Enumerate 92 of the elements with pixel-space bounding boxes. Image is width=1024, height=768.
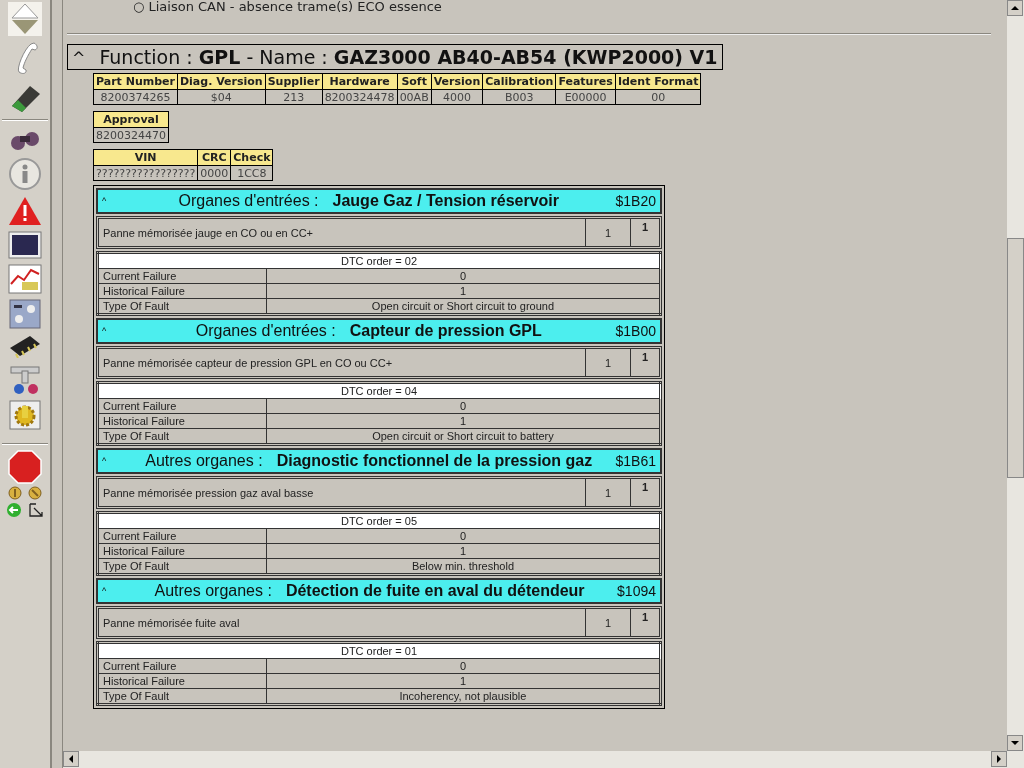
column-header: Approval [93, 111, 169, 128]
section-name: Capteur de pression GPL [349, 322, 542, 340]
fault-count: 1 [586, 349, 631, 376]
fault-text: Panne mémorisée jauge en CO ou en CC+ [99, 219, 586, 246]
horizontal-scrollbar[interactable] [63, 751, 1024, 768]
dtc-order-title: DTC order = 02 [97, 252, 661, 269]
collapse-caret[interactable]: ^ [102, 196, 122, 206]
column-header: VIN [93, 149, 198, 166]
table-cell: 0000 [197, 165, 231, 181]
section-category: Autres organes : [145, 452, 263, 470]
resize-icon[interactable] [28, 502, 44, 518]
dtc-order-title: DTC order = 01 [97, 642, 661, 659]
fault-status: 1 [640, 610, 650, 625]
column-header: Soft [397, 73, 432, 90]
table-cell: 00 [615, 89, 701, 105]
column-header: Version [431, 73, 483, 90]
chart-icon[interactable] [8, 264, 42, 294]
section-category: Organes d'entrées : [178, 192, 319, 210]
fault-status: 1 [640, 480, 650, 495]
column-header: Hardware [322, 73, 398, 90]
fault-status: 1 [640, 220, 650, 235]
table-cell: Current Failure [97, 528, 267, 544]
column-header: Supplier [265, 73, 323, 90]
column-header: Check [230, 149, 273, 166]
table-cell: B003 [482, 89, 556, 105]
table-cell: Current Failure [97, 398, 267, 414]
section-code: $1B61 [615, 453, 656, 469]
section-name: Détection de fuite en aval du détendeur [285, 582, 585, 600]
scroll-left-button[interactable] [63, 751, 79, 767]
section-code: $1B20 [615, 193, 656, 209]
diagonal-arrow-circle-icon[interactable] [28, 486, 42, 500]
collapse-caret[interactable]: ^ [72, 47, 86, 67]
fault-text: Panne mémorisée capteur de pression GPL en CO ou CC+ [99, 349, 586, 376]
monitor-icon[interactable] [8, 231, 42, 259]
table-cell: 4000 [431, 89, 483, 105]
fault-count: 1 [586, 479, 631, 506]
collapse-caret[interactable]: ^ [102, 456, 122, 466]
table-cell: Historical Failure [97, 413, 267, 429]
microchip-icon[interactable] [8, 334, 42, 358]
warning-icon[interactable] [8, 196, 42, 226]
table-cell: 213 [265, 89, 323, 105]
scroll-up-button[interactable] [1007, 0, 1023, 16]
table-cell: 8200324478 [322, 89, 398, 105]
table-cell: Historical Failure [97, 673, 267, 689]
column-header: Diag. Version [177, 73, 266, 90]
fault-count: 1 [586, 219, 631, 246]
column-header: Calibration [482, 73, 556, 90]
fault-text: Panne mémorisée pression gaz aval basse [99, 479, 586, 506]
column-header: Ident Format [615, 73, 701, 90]
section-code: $1B00 [615, 323, 656, 339]
up-circle-icon[interactable] [8, 486, 22, 500]
collapse-caret[interactable]: ^ [102, 586, 122, 596]
dtc-order-title: DTC order = 05 [97, 512, 661, 529]
vertical-scrollbar[interactable] [1007, 0, 1024, 751]
dtc-order-title: DTC order = 04 [97, 382, 661, 399]
down-arrow-icon [1011, 739, 1019, 747]
collapse-caret[interactable]: ^ [102, 326, 122, 336]
table-cell: Current Failure [97, 658, 267, 674]
table-cell: 8200324470 [93, 127, 169, 143]
table-cell: 1CC8 [230, 165, 273, 181]
gear-icon[interactable] [9, 400, 41, 430]
right-arrow-icon [995, 755, 1003, 763]
table-cell: Historical Failure [97, 543, 267, 559]
scroll-thumb[interactable] [1007, 238, 1024, 478]
up-down-arrows-icon[interactable] [8, 2, 42, 36]
table-cell: 00AB [397, 89, 432, 105]
scroll-right-button[interactable] [991, 751, 1007, 767]
column-header: CRC [197, 149, 231, 166]
table-cell: Current Failure [97, 268, 267, 284]
stop-sign-icon[interactable] [8, 450, 42, 484]
table-cell: Historical Failure [97, 283, 267, 299]
scroll-down-button[interactable] [1007, 735, 1023, 751]
column-header: Part Number [93, 73, 178, 90]
table-cell: ????????????????? [93, 165, 198, 181]
table-cell: E00000 [555, 89, 616, 105]
fault-text: Panne mémorisée fuite aval [99, 609, 586, 636]
note-text: ○ Liaison CAN - absence trame(s) ECO essence [133, 0, 443, 13]
fault-count: 1 [586, 609, 631, 636]
control-panel-icon[interactable] [9, 299, 41, 329]
info-icon[interactable] [8, 157, 42, 191]
fault-status: 1 [640, 350, 650, 365]
section-name: Jauge Gaz / Tension réservoir [332, 192, 559, 210]
section-name: Diagnostic fonctionnel de la pression gaz [276, 452, 593, 470]
up-arrow-icon [1011, 4, 1019, 12]
left-arrow-icon [67, 755, 75, 763]
section-category: Autres organes : [154, 582, 272, 600]
column-header: Features [555, 73, 616, 90]
function-title-text: Function : GPL - Name : GAZ3000 AB40-AB54 (KWP2000) V1 [99, 46, 718, 68]
section-category: Organes d'entrées : [195, 322, 336, 340]
section-code: $1094 [617, 583, 656, 599]
table-cell: 8200374265 [93, 89, 178, 105]
table-cell: $04 [177, 89, 266, 105]
